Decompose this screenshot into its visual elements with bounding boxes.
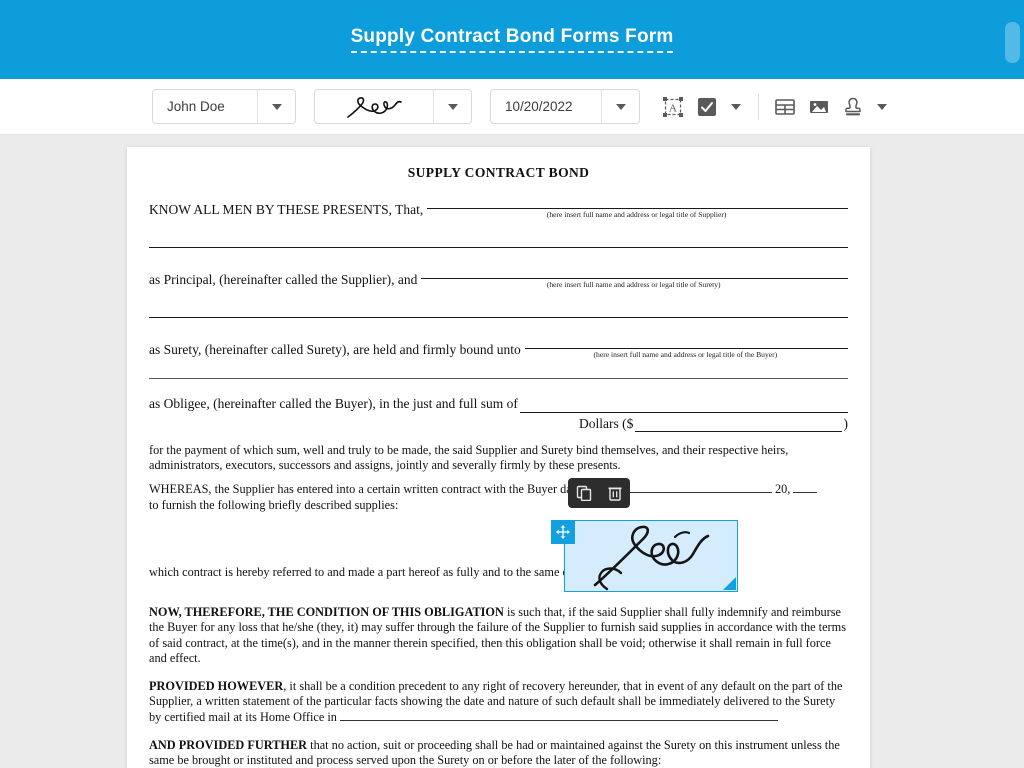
dollars-label: Dollars ($: [579, 416, 634, 431]
annotation-context-toolbar: [568, 478, 630, 508]
table-tool-button[interactable]: [770, 92, 800, 122]
provided-however-paragraph: PROVIDED HOWEVER, it shall be a conditio…: [149, 679, 848, 725]
chevron-down-icon: [731, 103, 741, 110]
document-page[interactable]: SUPPLY CONTRACT BOND KNOW ALL MEN BY THE…: [127, 147, 870, 768]
signature-ink-icon: [593, 525, 710, 591]
buyer-address-blank[interactable]: [149, 365, 848, 379]
whereas-paragraph: WHEREAS, the Supplier has entered into a…: [149, 482, 848, 512]
move-handle[interactable]: [551, 520, 575, 544]
as-obligee-row: as Obligee, (hereinafter called the Buye…: [149, 396, 848, 413]
stamp-icon: [845, 97, 861, 115]
copy-annotation-button[interactable]: [573, 482, 595, 504]
resize-handle[interactable]: [723, 577, 736, 590]
as-principal-label: as Principal, (hereinafter called the Su…: [149, 272, 418, 287]
checkbox-tool-button[interactable]: [692, 92, 722, 122]
supplier-hint: (here insert full name and address or le…: [546, 210, 727, 219]
sum-amount-blank[interactable]: [519, 399, 848, 413]
supplier-blank-wrap: (here insert full name and address or le…: [425, 195, 848, 219]
vertical-scrollbar-thumb[interactable]: [1005, 22, 1020, 63]
page-title[interactable]: Supply Contract Bond Forms Form: [350, 26, 674, 54]
surety-hint: (here insert full name and address or le…: [546, 280, 721, 289]
now-therefore-paragraph: NOW, THEREFORE, THE CONDITION OF THIS OB…: [149, 605, 848, 666]
document-canvas[interactable]: SUPPLY CONTRACT BOND KNOW ALL MEN BY THE…: [0, 135, 1024, 768]
name-field-value[interactable]: John Doe: [153, 90, 257, 123]
image-icon: [810, 100, 828, 113]
chevron-down-icon: [447, 103, 458, 110]
text-field-tool-button[interactable]: A: [658, 92, 688, 122]
copy-icon: [576, 485, 591, 501]
image-tool-button[interactable]: [804, 92, 834, 122]
buyer-blank-wrap: (here insert full name and address or le…: [523, 335, 848, 359]
as-surety-row: as Surety, (hereinafter called Surety), …: [149, 335, 848, 359]
dollars-row: Dollars ($ ): [149, 416, 848, 432]
payment-paragraph: for the payment of which sum, well and t…: [149, 443, 789, 473]
signature-field-dropdown-button[interactable]: [433, 90, 471, 123]
signature-field-group[interactable]: [314, 89, 472, 124]
provided-however-bold: PROVIDED HOWEVER: [149, 679, 284, 694]
document-title: SUPPLY CONTRACT BOND: [407, 165, 590, 178]
chevron-down-icon: [615, 103, 626, 110]
buyer-name-blank[interactable]: [524, 335, 848, 349]
table-icon: [775, 98, 795, 115]
date-field-value[interactable]: 10/20/2022: [491, 90, 601, 123]
app-header: Supply Contract Bond Forms Form: [0, 0, 1024, 79]
surety-address-blank[interactable]: [149, 303, 848, 318]
svg-text:A: A: [669, 102, 677, 114]
know-all-men-row: KNOW ALL MEN BY THESE PRESENTS, That, (h…: [149, 195, 848, 219]
trash-icon: [608, 487, 621, 501]
document-editor-app: Supply Contract Bond Forms Form John Doe…: [0, 0, 1024, 768]
checkbox-tool-dropdown-button[interactable]: [726, 92, 746, 122]
referred-paragraph: which contract is hereby referred to and…: [149, 564, 735, 579]
delete-annotation-button[interactable]: [604, 482, 626, 504]
stamp-tool-dropdown-button[interactable]: [872, 92, 892, 122]
checkbox-checked-icon: [698, 97, 716, 116]
surety-name-blank[interactable]: [421, 265, 848, 279]
chevron-down-icon: [877, 103, 887, 110]
editor-toolbar: John Doe 10/20/2022 A: [0, 79, 1024, 135]
date-field-dropdown-button[interactable]: [601, 90, 639, 123]
whereas-post-label: to furnish the following briefly describ…: [149, 497, 399, 512]
signature-field-value[interactable]: [315, 90, 433, 123]
supplier-name-blank[interactable]: [427, 195, 848, 209]
surety-blank-wrap: (here insert full name and address or le…: [419, 265, 848, 289]
buyer-hint: (here insert full name and address or le…: [593, 350, 778, 359]
as-principal-row: as Principal, (hereinafter called the Su…: [149, 265, 848, 289]
whereas-year-label: 20,: [774, 482, 791, 497]
as-obligee-label: as Obligee, (hereinafter called the Buye…: [149, 396, 518, 411]
supplier-address-blank[interactable]: [149, 233, 848, 248]
and-provided-further-bold: AND PROVIDED FURTHER: [149, 737, 308, 752]
contract-year-blank[interactable]: [793, 482, 818, 494]
name-field-dropdown-button[interactable]: [257, 90, 295, 123]
home-office-blank[interactable]: [340, 710, 779, 721]
whereas-label: WHEREAS, the Supplier has entered into a…: [149, 482, 587, 497]
move-arrows-icon: [556, 525, 570, 539]
document-body: SUPPLY CONTRACT BOND KNOW ALL MEN BY THE…: [127, 165, 870, 768]
dollars-close-paren: ): [843, 416, 849, 431]
name-field-group[interactable]: John Doe: [152, 89, 296, 124]
stamp-tool-button[interactable]: [838, 92, 868, 122]
toolbar-divider: [758, 93, 759, 120]
now-therefore-bold: NOW, THEREFORE, THE CONDITION OF THIS OB…: [149, 605, 504, 620]
signature-annotation[interactable]: [551, 520, 738, 592]
date-field-group[interactable]: 10/20/2022: [490, 89, 640, 124]
know-all-men-label: KNOW ALL MEN BY THESE PRESENTS, That,: [149, 202, 424, 217]
dollars-amount-blank[interactable]: [635, 418, 842, 432]
as-surety-label: as Surety, (hereinafter called Surety), …: [149, 342, 521, 357]
text-box-icon: A: [663, 96, 683, 117]
chevron-down-icon: [271, 103, 282, 110]
and-provided-further-paragraph: AND PROVIDED FURTHER that no action, sui…: [149, 738, 848, 768]
signature-glyph-icon: [347, 96, 402, 118]
